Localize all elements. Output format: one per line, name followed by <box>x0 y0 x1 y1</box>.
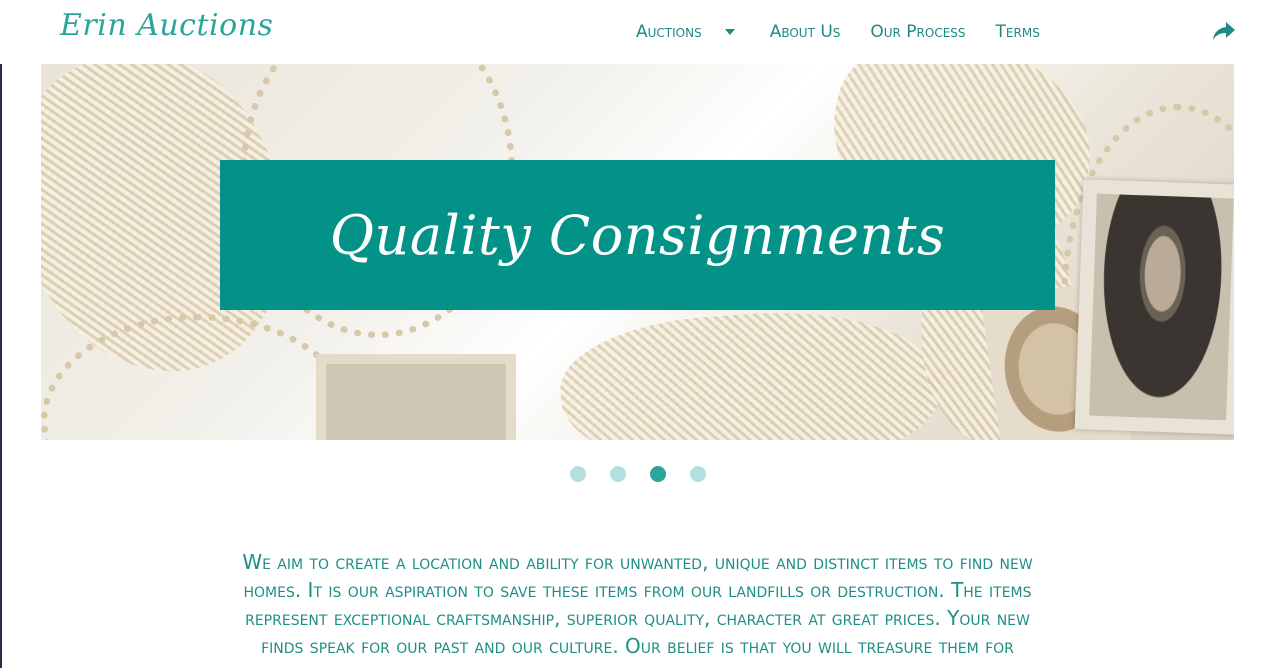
intro-paragraph: We aim to create a location and ability … <box>242 550 1033 658</box>
hero-image-frame <box>316 354 516 440</box>
slider-dot-3[interactable] <box>650 466 666 482</box>
slider-dot-2[interactable] <box>610 466 626 482</box>
slider-dot-4[interactable] <box>690 466 706 482</box>
slider-dot-1[interactable] <box>570 466 586 482</box>
nav-terms[interactable]: Terms <box>996 22 1040 42</box>
nav-auctions[interactable]: Auctions <box>636 22 736 42</box>
main-nav: Auctions About Us Our Process Terms <box>636 20 1040 44</box>
nav-about-us[interactable]: About Us <box>770 22 841 42</box>
slider-pagination <box>570 466 730 482</box>
hero-title-box: Quality Consignments <box>220 160 1055 310</box>
hero-image-vintage-photo <box>1074 179 1234 435</box>
hero-slider: Quality Consignments <box>41 64 1234 440</box>
share-arrow-icon[interactable] <box>1212 20 1236 42</box>
nav-our-process[interactable]: Our Process <box>870 22 965 42</box>
nav-auctions-label: Auctions <box>636 22 702 42</box>
window-edge <box>0 0 2 668</box>
hero-title: Quality Consignments <box>329 203 946 267</box>
chevron-down-icon[interactable] <box>724 26 736 38</box>
hero-image-lace-doily <box>555 300 947 440</box>
site-header: Erin Auctions Auctions About Us Our Proc… <box>0 0 1270 64</box>
site-logo[interactable]: Erin Auctions <box>60 8 273 43</box>
hero-image-portrait <box>1089 193 1234 421</box>
